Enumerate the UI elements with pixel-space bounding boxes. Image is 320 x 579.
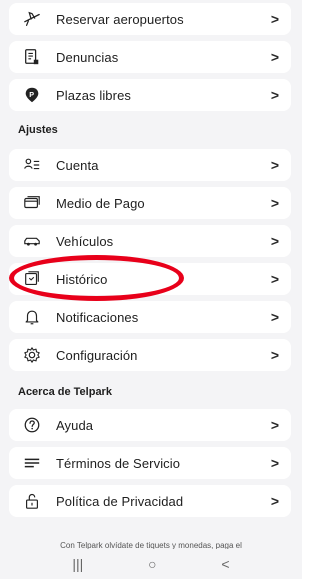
account-icon [22, 155, 42, 175]
section-title-ajustes: Ajustes [18, 124, 58, 136]
chevron-right-icon: > [270, 271, 280, 287]
menu-item-plazas-libres[interactable]: P Plazas libres > [9, 79, 291, 111]
menu-item-label: Denuncias [56, 49, 119, 65]
menu-item-label: Ayuda [56, 417, 94, 433]
menu-item-vehiculos[interactable]: Vehículos > [9, 225, 291, 257]
menu-item-medio-de-pago[interactable]: Medio de Pago > [9, 187, 291, 219]
menu-item-configuracion[interactable]: Configuración > [9, 339, 291, 371]
back-button[interactable]: < [221, 556, 229, 572]
help-icon [22, 415, 42, 435]
menu-item-cuenta[interactable]: Cuenta > [9, 149, 291, 181]
chevron-right-icon: > [270, 417, 280, 433]
chevron-right-icon: > [270, 455, 280, 471]
lock-icon [22, 491, 42, 511]
svg-text:P: P [29, 90, 34, 99]
menu-item-politica-de-privacidad[interactable]: Política de Privacidad > [9, 485, 291, 517]
chevron-right-icon: > [270, 11, 280, 27]
menu-screen: Reservar aeropuertos > Denuncias > P Pla… [0, 0, 302, 579]
menu-item-terminos-de-servicio[interactable]: Términos de Servicio > [9, 447, 291, 479]
ticket-report-icon [22, 47, 42, 67]
menu-item-label: Política de Privacidad [56, 493, 184, 509]
chevron-right-icon: > [270, 347, 280, 363]
chevron-right-icon: > [270, 309, 280, 325]
menu-item-label: Configuración [56, 347, 138, 363]
menu-item-label: Notificaciones [56, 309, 139, 325]
menu-item-label: Cuenta [56, 157, 99, 173]
history-icon [22, 269, 42, 289]
car-icon [22, 231, 42, 251]
chevron-right-icon: > [270, 49, 280, 65]
menu-item-ayuda[interactable]: Ayuda > [9, 409, 291, 441]
chevron-right-icon: > [270, 195, 280, 211]
menu-item-label: Histórico [56, 271, 108, 287]
menu-item-label: Medio de Pago [56, 195, 145, 211]
home-button[interactable]: ○ [148, 556, 156, 572]
menu-item-historico[interactable]: Histórico > [9, 263, 291, 295]
credit-card-icon [22, 193, 42, 213]
menu-item-label: Reservar aeropuertos [56, 11, 184, 27]
gear-icon [22, 345, 42, 365]
chevron-right-icon: > [270, 157, 280, 173]
chevron-right-icon: > [270, 87, 280, 103]
menu-item-label: Vehículos [56, 233, 114, 249]
parking-pin-icon: P [22, 85, 42, 105]
recents-button[interactable]: ||| [72, 556, 83, 572]
terms-icon [22, 453, 42, 473]
menu-item-label: Términos de Servicio [56, 455, 181, 471]
menu-item-denuncias[interactable]: Denuncias > [9, 41, 291, 73]
menu-item-label: Plazas libres [56, 87, 131, 103]
chevron-right-icon: > [270, 233, 280, 249]
chevron-right-icon: > [270, 493, 280, 509]
bell-icon [22, 307, 42, 327]
menu-item-notificaciones[interactable]: Notificaciones > [9, 301, 291, 333]
android-navigation-bar: ||| ○ < [0, 549, 302, 579]
menu-item-reservar-aeropuertos[interactable]: Reservar aeropuertos > [9, 3, 291, 35]
airplane-icon [22, 9, 42, 29]
section-title-acerca-de-telpark: Acerca de Telpark [18, 386, 112, 398]
